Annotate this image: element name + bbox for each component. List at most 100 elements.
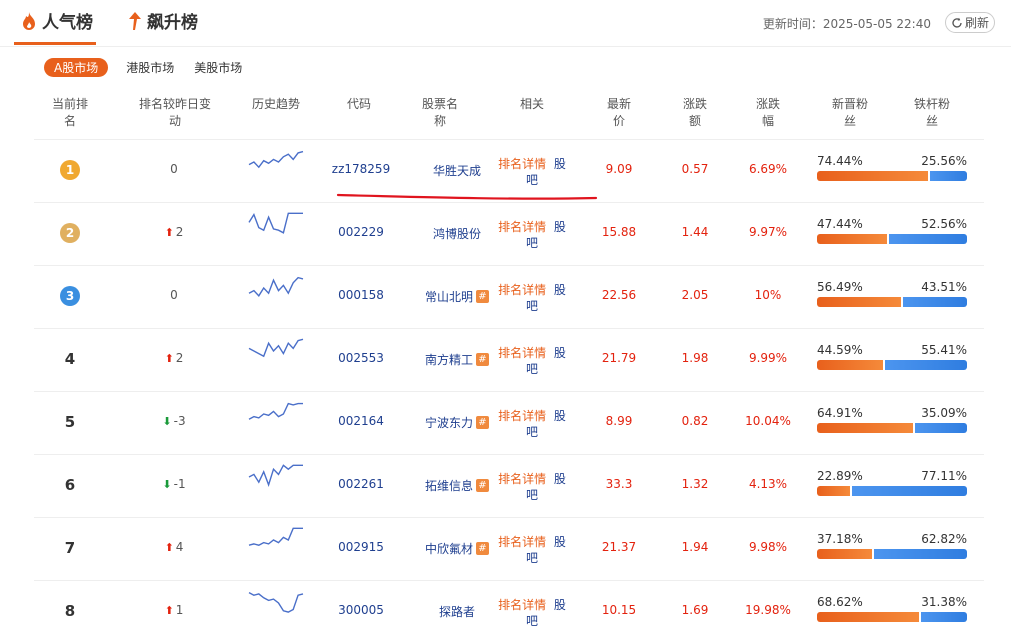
rank-detail-link[interactable]: 排名详情 xyxy=(498,409,546,423)
guba-link[interactable]: 股 xyxy=(554,598,566,612)
header-amount: 涨跌额 xyxy=(682,97,707,128)
header-name: 股票名称 xyxy=(421,97,458,128)
stock-code-link[interactable]: 002915 xyxy=(328,540,394,554)
market-tab-a[interactable]: A股市场 xyxy=(44,58,109,77)
guba-link-cont[interactable]: 吧 xyxy=(496,298,568,314)
rank-detail-link[interactable]: 排名详情 xyxy=(498,346,546,360)
stock-name-link[interactable]: 南方精工 # xyxy=(412,351,502,368)
stock-code-link[interactable]: 002229 xyxy=(328,225,394,239)
stock-code-link[interactable]: 002261 xyxy=(328,477,394,491)
hashtag-icon[interactable]: # xyxy=(476,416,489,429)
related-links: 排名详情 股吧 xyxy=(496,282,568,314)
change-amount: 1.32 xyxy=(681,477,709,491)
stock-code-link[interactable]: 002164 xyxy=(328,414,394,428)
change-amount: 1.94 xyxy=(681,540,709,554)
rank-medal-icon: 1 xyxy=(60,160,80,180)
guba-link[interactable]: 股 xyxy=(554,346,566,360)
fans-ratio: 64.91% 35.09% xyxy=(817,406,967,433)
stock-code-link[interactable]: 002553 xyxy=(328,351,394,365)
trend-sparkline[interactable] xyxy=(248,463,304,491)
market-tab-us[interactable]: 美股市场 xyxy=(194,59,242,76)
trend-sparkline[interactable] xyxy=(248,589,304,617)
related-links: 排名详情 股吧 xyxy=(496,156,568,188)
stock-code-link[interactable]: 300005 xyxy=(328,603,394,617)
latest-price: 21.37 xyxy=(601,540,637,554)
stock-name: 宁波东力 xyxy=(424,416,473,430)
new-fans-bar xyxy=(817,486,851,496)
refresh-label: 刷新 xyxy=(964,16,989,30)
guba-link[interactable]: 股 xyxy=(554,409,566,423)
loyal-fans-pct: 52.56% xyxy=(921,217,967,231)
table-header: 当前排名 排名较昨日变动 历史趋势 代码 股票名称 相关 最新价 涨跌额 涨跌幅… xyxy=(34,92,984,138)
stock-name-link[interactable]: 常山北明 # xyxy=(412,288,502,305)
guba-link[interactable]: 股 xyxy=(554,472,566,486)
refresh-button[interactable]: 刷新 xyxy=(945,12,995,33)
new-fans-bar xyxy=(817,171,928,181)
stock-name-link[interactable]: 鸿博股份 xyxy=(412,225,502,242)
trend-sparkline[interactable] xyxy=(248,400,304,428)
rank-medal-icon: 3 xyxy=(60,286,80,306)
rank-detail-link[interactable]: 排名详情 xyxy=(498,220,546,234)
latest-price: 22.56 xyxy=(601,288,637,302)
rank-change: 0 xyxy=(144,288,204,302)
guba-link[interactable]: 股 xyxy=(554,220,566,234)
loyal-fans-bar xyxy=(929,171,967,181)
update-label: 更新时间： xyxy=(762,17,823,31)
new-fans-pct: 74.44% xyxy=(817,154,863,168)
arrow-up-icon: ⬆ xyxy=(164,540,174,554)
rank-change: ⬆ 2 xyxy=(144,225,204,239)
trend-sparkline[interactable] xyxy=(248,274,304,302)
rank-number: 7 xyxy=(64,539,76,557)
market-tab-hk[interactable]: 港股市场 xyxy=(126,59,174,76)
stock-name-link[interactable]: 拓维信息 # xyxy=(412,477,502,494)
guba-link-cont[interactable]: 吧 xyxy=(496,613,568,629)
rank-change-value: 1 xyxy=(175,603,184,617)
stock-code-link[interactable]: 000158 xyxy=(328,288,394,302)
stock-name: 常山北明 xyxy=(424,290,473,304)
rank-detail-link[interactable]: 排名详情 xyxy=(498,157,546,171)
rank-detail-link[interactable]: 排名详情 xyxy=(498,472,546,486)
loyal-fans-pct: 77.11% xyxy=(921,469,967,483)
trend-sparkline[interactable] xyxy=(248,211,304,239)
fans-ratio-bar xyxy=(817,360,967,370)
rank-change-value: 2 xyxy=(175,351,184,365)
hashtag-icon[interactable]: # xyxy=(476,479,489,492)
trend-sparkline[interactable] xyxy=(248,337,304,365)
tab-popular-label: 人气榜 xyxy=(42,13,93,33)
table-row: 6 ⬇ -1 002261 拓维信息 # 排名详情 股吧 33.3 1.32 4.13% 22.89… xyxy=(34,454,984,518)
change-amount: 1.44 xyxy=(681,225,709,239)
hashtag-icon[interactable]: # xyxy=(476,353,489,366)
rank-detail-link[interactable]: 排名详情 xyxy=(498,535,546,549)
guba-link-cont[interactable]: 吧 xyxy=(496,235,568,251)
stock-code-link[interactable]: zz178259 xyxy=(328,162,394,176)
header-trend: 历史趋势 xyxy=(251,97,300,111)
guba-link[interactable]: 股 xyxy=(554,283,566,297)
guba-link-cont[interactable]: 吧 xyxy=(496,424,568,440)
guba-link-cont[interactable]: 吧 xyxy=(496,172,568,188)
rank-detail-link[interactable]: 排名详情 xyxy=(498,283,546,297)
related-links: 排名详情 股吧 xyxy=(496,219,568,251)
guba-link[interactable]: 股 xyxy=(554,535,566,549)
stock-name-link[interactable]: 中欣氟材 # xyxy=(412,540,502,557)
trend-sparkline[interactable] xyxy=(248,526,304,554)
rank-change-value: 2 xyxy=(175,225,184,239)
guba-link-cont[interactable]: 吧 xyxy=(496,361,568,377)
guba-link-cont[interactable]: 吧 xyxy=(496,487,568,503)
refresh-icon xyxy=(952,17,962,28)
rank-change-value: -3 xyxy=(173,414,186,428)
latest-price: 9.09 xyxy=(605,162,633,176)
guba-link-cont[interactable]: 吧 xyxy=(496,550,568,566)
hashtag-icon[interactable]: # xyxy=(476,290,489,303)
stock-name-link[interactable]: 宁波东力 # xyxy=(412,414,502,431)
trend-sparkline[interactable] xyxy=(248,148,304,176)
new-fans-bar xyxy=(817,297,901,307)
rank-detail-link[interactable]: 排名详情 xyxy=(498,598,546,612)
tab-rising[interactable]: 飙升榜 xyxy=(127,8,198,33)
fans-ratio-bar xyxy=(817,549,967,559)
stock-name-link[interactable]: 华胜天成 xyxy=(412,162,502,179)
tab-popular[interactable]: 人气榜 xyxy=(20,8,93,33)
hashtag-icon[interactable]: # xyxy=(476,542,489,555)
stock-name-link[interactable]: 探路者 xyxy=(412,603,502,620)
rank-change: ⬆ 2 xyxy=(144,351,204,365)
guba-link[interactable]: 股 xyxy=(554,157,566,171)
